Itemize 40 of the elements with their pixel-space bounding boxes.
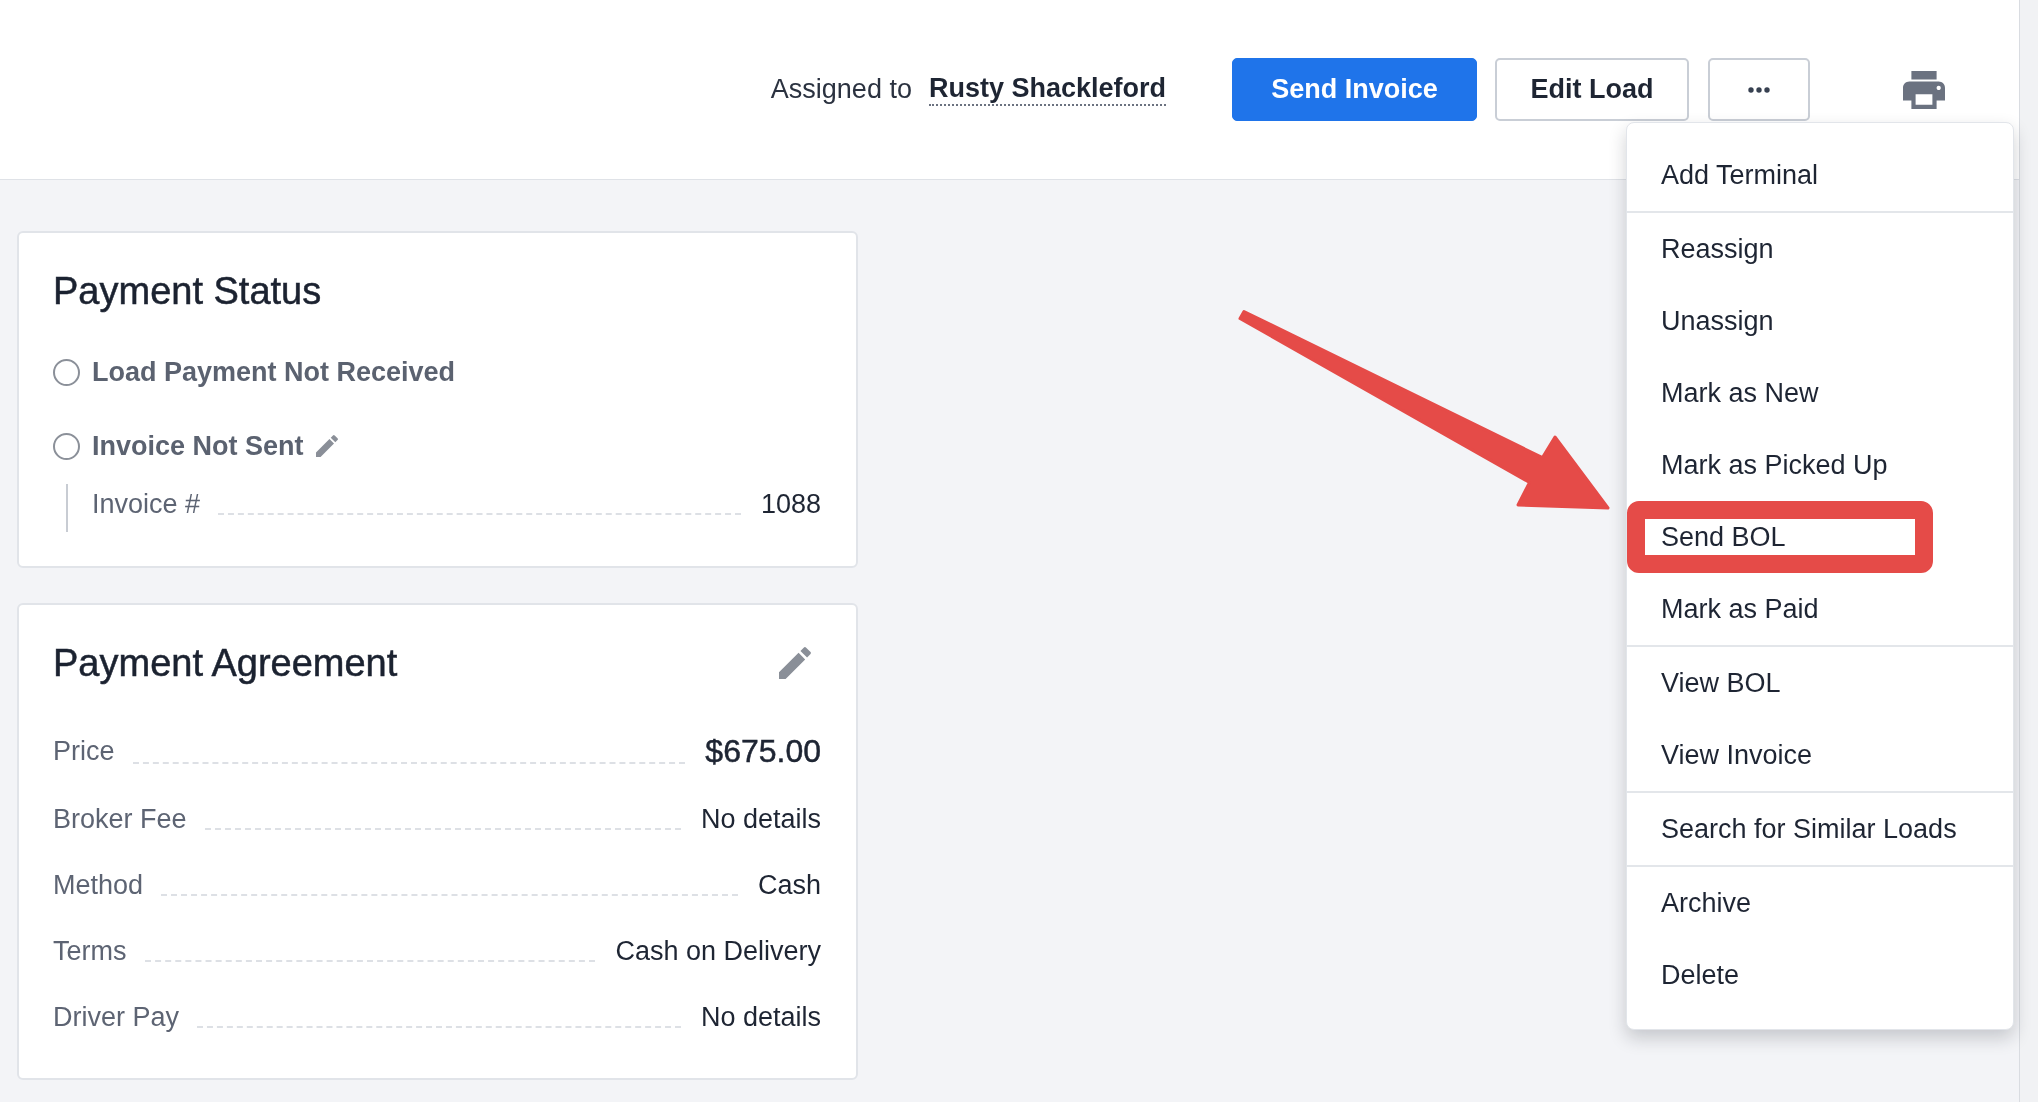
field-label: Driver Pay bbox=[53, 1001, 180, 1034]
status-label: Load Payment Not Received bbox=[92, 356, 456, 389]
pencil-icon[interactable] bbox=[315, 435, 338, 457]
print-button[interactable] bbox=[1903, 70, 1945, 109]
menu-item[interactable]: Add Terminal bbox=[1627, 139, 2013, 211]
field-label: Method bbox=[53, 869, 144, 902]
field-value: Cash on Delivery bbox=[615, 935, 821, 968]
pencil-icon[interactable] bbox=[779, 647, 811, 679]
more-button[interactable] bbox=[1708, 58, 1810, 121]
card-title: Payment Status bbox=[53, 269, 323, 314]
menu-item[interactable]: Search for Similar Loads bbox=[1627, 793, 2013, 865]
menu-item[interactable]: Send BOL bbox=[1627, 501, 2013, 573]
menu-item[interactable]: Delete bbox=[1627, 939, 2013, 1011]
send-invoice-button[interactable]: Send Invoice bbox=[1232, 58, 1477, 121]
menu-item[interactable]: Mark as Picked Up bbox=[1627, 429, 2013, 501]
menu-item[interactable]: Unassign bbox=[1627, 285, 2013, 357]
menu-item[interactable]: Mark as Paid bbox=[1627, 573, 2013, 645]
menu-item[interactable]: Reassign bbox=[1627, 213, 2013, 285]
field-value: No details bbox=[700, 803, 821, 836]
status-label: Invoice Not Sent bbox=[92, 430, 304, 463]
more-icon bbox=[1748, 86, 1770, 93]
field-label: Price bbox=[53, 735, 115, 768]
printer-icon bbox=[1903, 70, 1945, 109]
field-label: Terms bbox=[53, 935, 127, 968]
field-value: Cash bbox=[757, 869, 821, 902]
field-label: Broker Fee bbox=[53, 803, 187, 836]
card-title: Payment Agreement bbox=[53, 641, 398, 686]
menu-item[interactable]: View Invoice bbox=[1627, 719, 2013, 791]
assigned-label: Assigned to bbox=[770, 73, 912, 107]
radio-button[interactable] bbox=[53, 358, 80, 386]
menu-item[interactable]: View BOL bbox=[1627, 647, 2013, 719]
field-value: $675.00 bbox=[705, 732, 821, 771]
field-label: Invoice # bbox=[92, 488, 201, 521]
menu-item[interactable]: Archive bbox=[1627, 867, 2013, 939]
field-value: 1088 bbox=[760, 488, 821, 521]
field-value: No details bbox=[700, 1001, 821, 1034]
menu-item[interactable]: Mark as New bbox=[1627, 357, 2013, 429]
edit-load-button[interactable]: Edit Load bbox=[1495, 58, 1689, 121]
assignee-link[interactable]: Rusty Shackleford bbox=[928, 72, 1166, 106]
radio-button[interactable] bbox=[53, 432, 80, 460]
